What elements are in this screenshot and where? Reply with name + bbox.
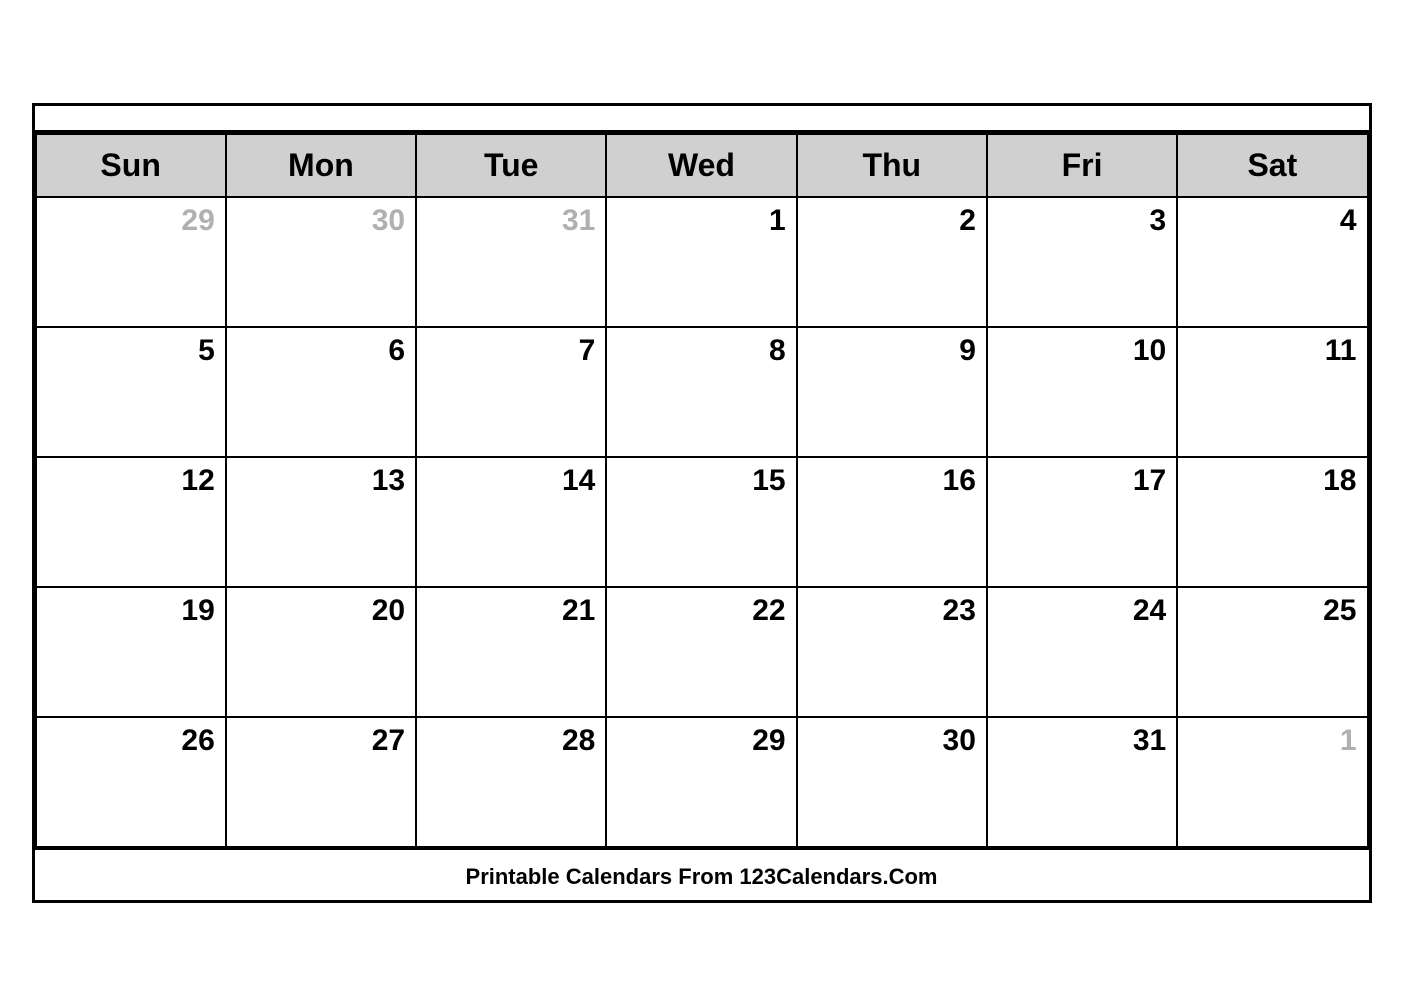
calendar-cell: 29: [36, 197, 226, 327]
day-number: 15: [617, 464, 785, 498]
calendar-cell: 31: [416, 197, 606, 327]
day-number: 29: [47, 204, 215, 238]
day-header-mon: Mon: [226, 134, 416, 197]
calendar-cell: 30: [226, 197, 416, 327]
calendar-title: [35, 106, 1369, 133]
day-number: 3: [998, 204, 1166, 238]
calendar-cell: 5: [36, 327, 226, 457]
calendar-cell: 2: [797, 197, 987, 327]
calendar-cell: 31: [987, 717, 1177, 847]
day-number: 31: [998, 724, 1166, 758]
calendar-table: SunMonTueWedThuFriSat 293031123456789101…: [35, 133, 1369, 848]
calendar-cell: 12: [36, 457, 226, 587]
day-number: 16: [808, 464, 976, 498]
calendar-cell: 8: [606, 327, 796, 457]
day-header-sun: Sun: [36, 134, 226, 197]
calendar-cell: 30: [797, 717, 987, 847]
day-number: 18: [1188, 464, 1356, 498]
calendar-cell: 25: [1177, 587, 1367, 717]
day-number: 1: [1188, 724, 1356, 758]
calendar-cell: 21: [416, 587, 606, 717]
calendar-container: SunMonTueWedThuFriSat 293031123456789101…: [32, 103, 1372, 903]
footer-text: Printable Calendars From: [466, 864, 740, 889]
calendar-cell: 9: [797, 327, 987, 457]
day-number: 13: [237, 464, 405, 498]
day-number: 12: [47, 464, 215, 498]
day-number: 25: [1188, 594, 1356, 628]
day-number: 30: [808, 724, 976, 758]
week-row-3: 12 13 14 15 16 17 18: [36, 457, 1368, 587]
day-number: 14: [427, 464, 595, 498]
day-number: 28: [427, 724, 595, 758]
week-row-5: 26 27 28 29 30 31 1: [36, 717, 1368, 847]
day-number: 4: [1188, 204, 1356, 238]
calendar-cell: 15: [606, 457, 796, 587]
day-number: 7: [427, 334, 595, 368]
calendar-cell: 19: [36, 587, 226, 717]
day-number: 24: [998, 594, 1166, 628]
week-row-4: 19 20 21 22 23 24 25: [36, 587, 1368, 717]
day-number: 17: [998, 464, 1166, 498]
calendar-cell: 20: [226, 587, 416, 717]
day-header-sat: Sat: [1177, 134, 1367, 197]
day-number: 20: [237, 594, 405, 628]
calendar-cell: 22: [606, 587, 796, 717]
calendar-cell: 4: [1177, 197, 1367, 327]
calendar-cell: 1: [606, 197, 796, 327]
day-number: 19: [47, 594, 215, 628]
day-number: 6: [237, 334, 405, 368]
calendar-cell: 1: [1177, 717, 1367, 847]
day-number: 5: [47, 334, 215, 368]
footer-brand: 123Calendars.Com: [739, 864, 937, 889]
day-number: 30: [237, 204, 405, 238]
day-number: 1: [617, 204, 785, 238]
calendar-cell: 10: [987, 327, 1177, 457]
day-number: 8: [617, 334, 785, 368]
week-row-1: 29 30 31 1234: [36, 197, 1368, 327]
day-number: 21: [427, 594, 595, 628]
calendar-cell: 7: [416, 327, 606, 457]
calendar-cell: 6: [226, 327, 416, 457]
calendar-cell: 29: [606, 717, 796, 847]
calendar-cell: 16: [797, 457, 987, 587]
day-header-fri: Fri: [987, 134, 1177, 197]
day-number: 11: [1188, 334, 1356, 368]
calendar-cell: 13: [226, 457, 416, 587]
day-number: 10: [998, 334, 1166, 368]
day-header-row: SunMonTueWedThuFriSat: [36, 134, 1368, 197]
day-number: 27: [237, 724, 405, 758]
day-number: 31: [427, 204, 595, 238]
calendar-cell: 26: [36, 717, 226, 847]
calendar-cell: 28: [416, 717, 606, 847]
calendar-cell: 23: [797, 587, 987, 717]
day-header-wed: Wed: [606, 134, 796, 197]
day-number: 2: [808, 204, 976, 238]
calendar-cell: 17: [987, 457, 1177, 587]
day-header-tue: Tue: [416, 134, 606, 197]
calendar-cell: 27: [226, 717, 416, 847]
calendar-cell: 24: [987, 587, 1177, 717]
week-row-2: 56789 10 11: [36, 327, 1368, 457]
calendar-cell: 3: [987, 197, 1177, 327]
day-number: 22: [617, 594, 785, 628]
calendar-cell: 11: [1177, 327, 1367, 457]
day-number: 26: [47, 724, 215, 758]
calendar-footer: Printable Calendars From 123Calendars.Co…: [35, 848, 1369, 900]
day-number: 23: [808, 594, 976, 628]
calendar-cell: 14: [416, 457, 606, 587]
day-number: 9: [808, 334, 976, 368]
day-number: 29: [617, 724, 785, 758]
calendar-cell: 18: [1177, 457, 1367, 587]
day-header-thu: Thu: [797, 134, 987, 197]
